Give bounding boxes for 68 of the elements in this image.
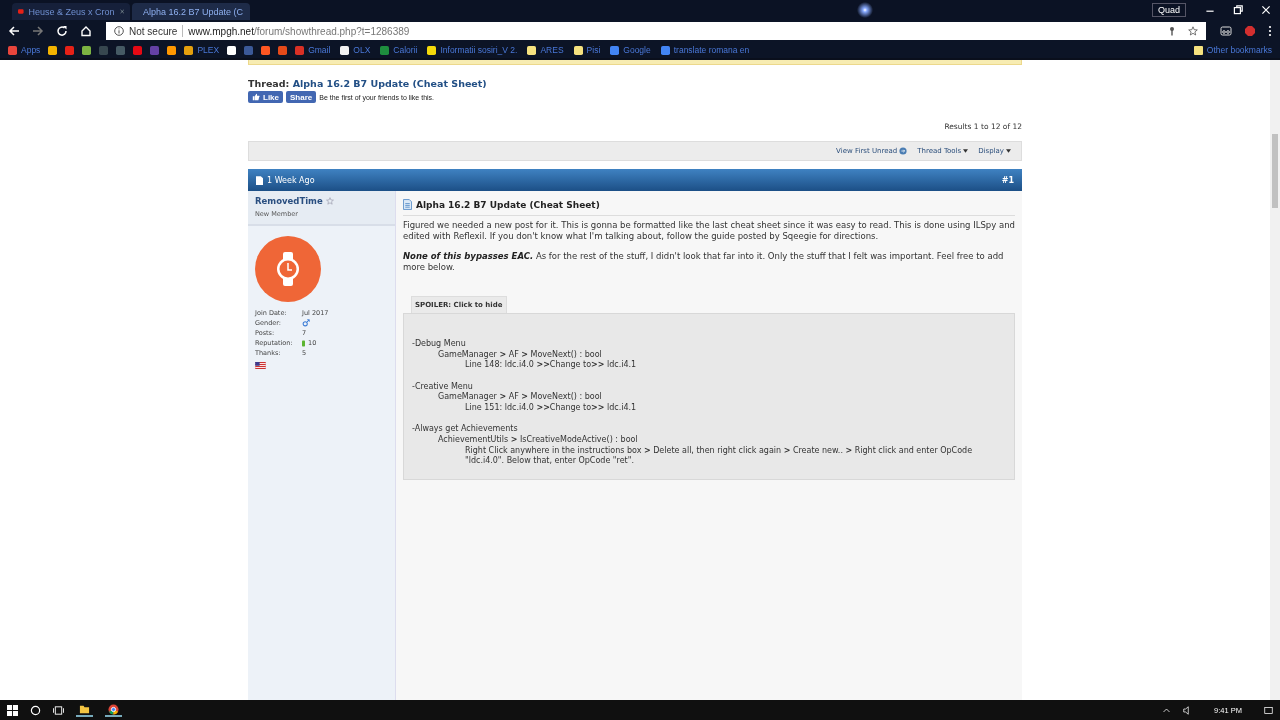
bookmark-item[interactable]: Calorii <box>378 45 420 55</box>
windows-start-icon[interactable] <box>7 704 18 716</box>
back-icon[interactable] <box>8 25 20 37</box>
star-icon <box>325 197 334 205</box>
avatar-icon <box>255 236 321 302</box>
tab-favicon-icon <box>18 7 24 16</box>
bookmark-item[interactable]: ARES <box>525 45 566 55</box>
caret-icon <box>963 149 969 153</box>
like-button[interactable]: Like <box>248 91 283 103</box>
code-line: GameManager > AF > MoveNext() : bool <box>437 392 603 403</box>
other-bookmarks[interactable]: Other bookmarks <box>1191 45 1274 55</box>
browser-tab[interactable]: Heuse & Zeus x Cron <box>12 3 130 20</box>
thumbs-up-icon <box>252 93 260 101</box>
bookmark-item[interactable]: PLEX <box>182 45 222 55</box>
tab-title: Alpha 16.2 B7 Update (C <box>143 6 244 17</box>
bookmark-item[interactable]: translate romana en <box>658 45 752 55</box>
reload-icon[interactable] <box>56 25 68 37</box>
folder-icon[interactable] <box>76 703 93 717</box>
male-symbol-icon <box>302 319 310 327</box>
bookmark-item[interactable]: Gmail <box>293 45 333 55</box>
arrow-circle-icon <box>899 147 908 155</box>
bookmark-item[interactable]: Google <box>608 45 653 55</box>
code-line: Right Click anywhere in the instructions box > Delete all, then right click again > Create new.. > Right click and enter OpCode "ldc.i4.0". Below that, enter OpCode "ret". <box>464 445 974 468</box>
code-line: Line 148: ldc.i4.0 >>Change to>> ldc.i4.1 <box>464 360 638 372</box>
username-link[interactable]: RemovedTime <box>255 196 323 206</box>
chrome-icon[interactable] <box>105 703 122 717</box>
adblock-icon[interactable] <box>1244 25 1256 37</box>
post-date: 1 Week Ago <box>267 175 315 185</box>
browser-tab[interactable]: Alpha 16.2 B7 Update (C <box>132 3 250 20</box>
forward-icon[interactable] <box>32 25 44 37</box>
task-view-icon[interactable] <box>53 704 64 716</box>
document-icon <box>403 199 412 210</box>
security-label: Not secure <box>129 25 178 37</box>
home-icon[interactable] <box>80 25 92 37</box>
extension-icon[interactable] <box>1220 25 1232 37</box>
caret-icon <box>1006 149 1011 153</box>
key-icon[interactable] <box>1167 26 1177 36</box>
post-paragraph: Figured we needed a new post for it. This is gonna be formatted like the last cheat sheet since it was easy to read. This is done using ILSpy and edited with Reflexil. If you don't know what I'm talking about, follow the guide posted by Sqeegie for directions. <box>403 220 1015 242</box>
flag-icon <box>255 362 266 369</box>
document-icon <box>256 175 263 185</box>
menu-icon[interactable] <box>1268 25 1272 37</box>
code-line: -Creative Menu <box>412 381 474 392</box>
bookmark-item[interactable]: Pisi <box>571 45 603 55</box>
url-text: www.mpgh.net/forum/showthread.php?t=1286389 <box>188 25 410 37</box>
bookmark-item[interactable]: Apps <box>6 45 43 55</box>
share-button[interactable]: Share <box>286 91 317 103</box>
scrollbar-thumb[interactable] <box>1272 134 1278 208</box>
reputation-bar-icon <box>302 339 305 347</box>
code-line: -Always get Achievements <box>412 424 519 435</box>
tab-title: Heuse & Zeus x Cron <box>28 6 115 17</box>
address-bar[interactable]: Not secure www.mpgh.net/forum/showthread.php?t=1286389 <box>106 22 1206 40</box>
search-icon[interactable] <box>30 704 41 716</box>
thread-title: Thread: Alpha 16.2 B7 Update (Cheat Sheet) <box>248 78 488 89</box>
code-line: GameManager > AF > MoveNext() : bool <box>437 349 603 360</box>
post-paragraph: None of this bypasses EAC. As for the rest of the stuff, I didn't look that far into it. Only the stuff that I felt was important. Feel free to add more below. <box>403 251 1005 273</box>
bookmark-item[interactable]: OLX <box>338 45 373 55</box>
star-icon[interactable] <box>1188 26 1198 36</box>
profile-button[interactable]: Quad <box>1151 3 1186 17</box>
bookmark-item[interactable]: Informatii sosiri_V 2. <box>425 45 520 55</box>
notification-icon[interactable] <box>1264 705 1273 715</box>
code-line: Line 151: ldc.i4.0 >>Change to>> ldc.i4.1 <box>464 403 638 414</box>
code-line: AchievementUtils > IsCreativeModeActive() : bool <box>437 434 639 446</box>
code-line: -Debug Menu <box>412 339 467 350</box>
post-number-link[interactable]: #1 <box>1001 175 1014 185</box>
folder-icon <box>1193 45 1203 55</box>
restore-icon[interactable] <box>1232 4 1244 16</box>
post-title: Alpha 16.2 B7 Update (Cheat Sheet) <box>416 199 600 210</box>
info-icon <box>114 26 124 36</box>
